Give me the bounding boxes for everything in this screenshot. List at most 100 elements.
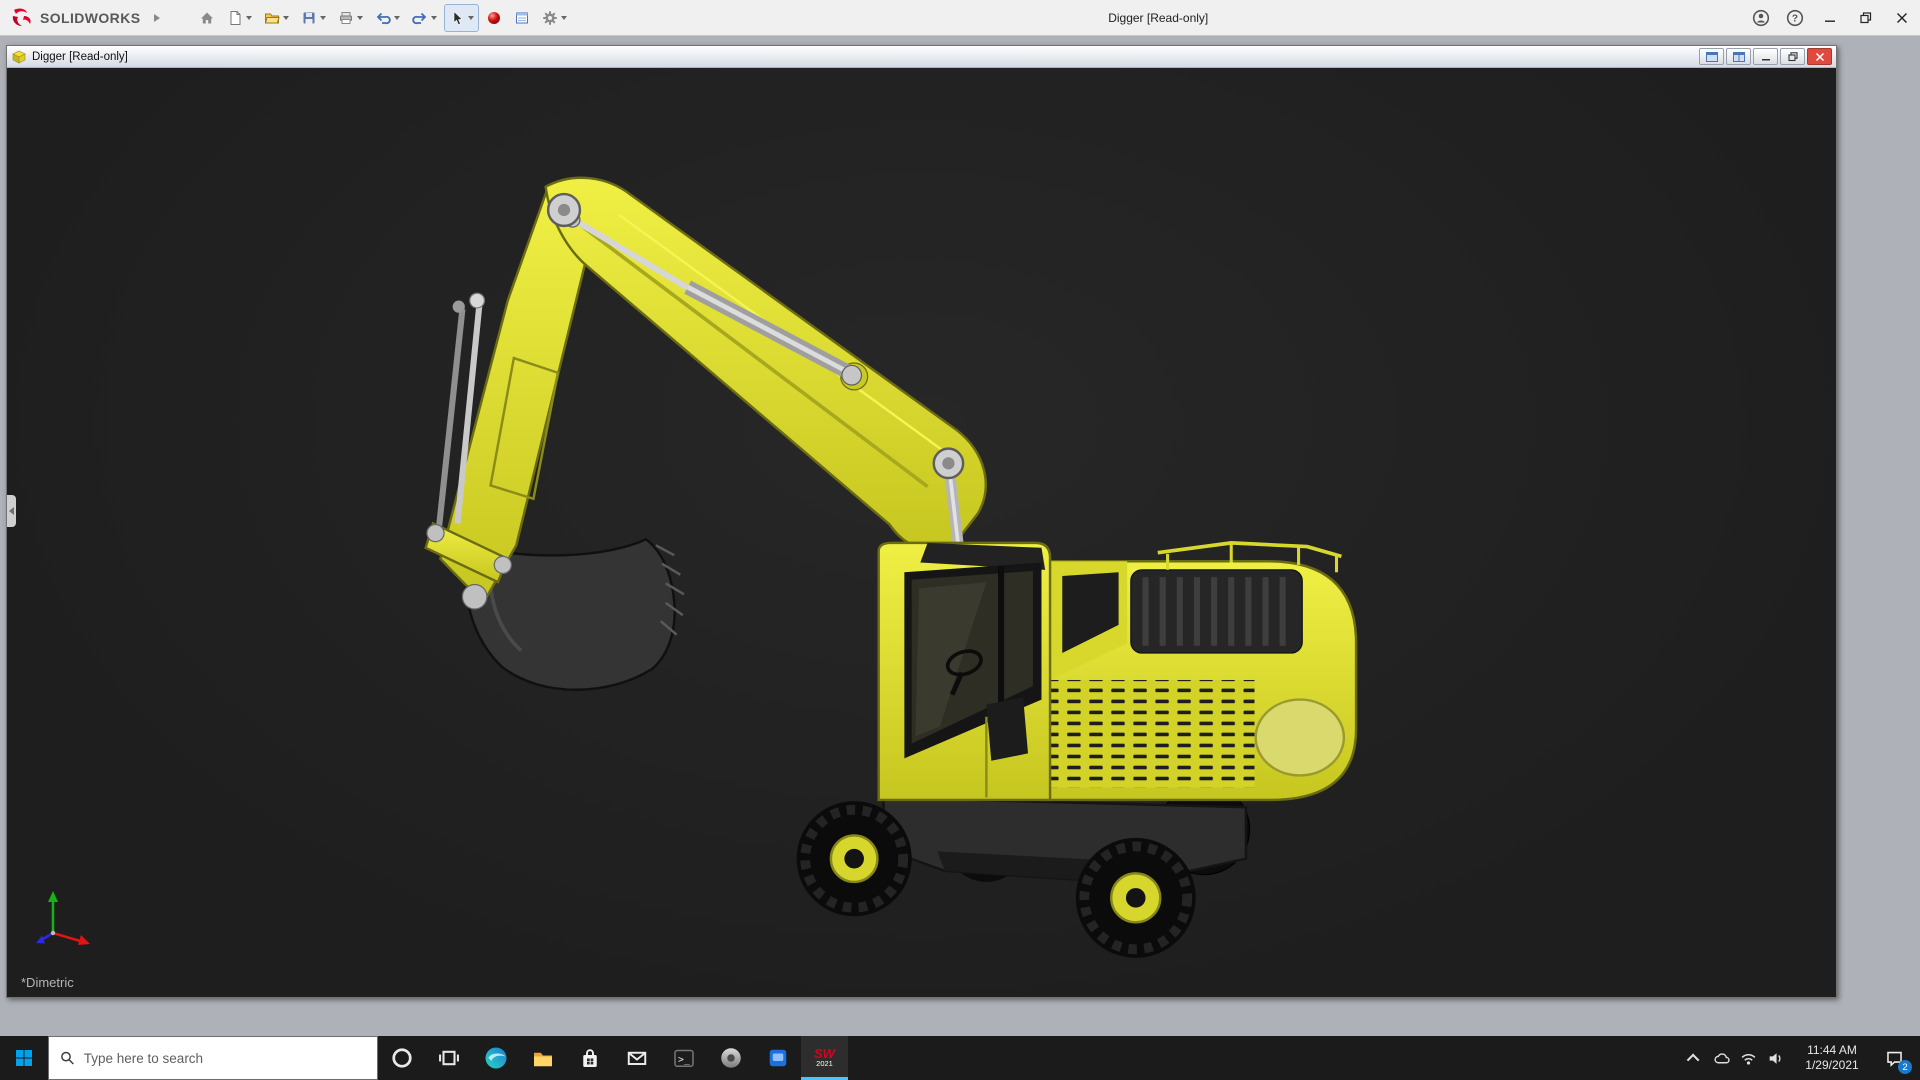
home-button[interactable]: [194, 4, 220, 32]
taskbar-clock[interactable]: 11:44 AM 1/29/2021: [1789, 1043, 1875, 1073]
home-icon: [201, 12, 214, 23]
print-icon: [340, 11, 353, 24]
app-titlebar: SOLIDWORKS Digger [Read-only] ?: [0, 0, 1920, 36]
document-minimize-button[interactable]: [1753, 48, 1778, 65]
save-button[interactable]: [296, 4, 331, 32]
document-window-controls: [1699, 48, 1832, 65]
windows-taskbar: >_ SW 2021: [0, 1036, 1920, 1080]
hidden-icons-button[interactable]: [1681, 1036, 1708, 1080]
select-tool-dropdown[interactable]: [468, 15, 475, 20]
store-icon: [582, 1049, 597, 1067]
blue-app-icon: [769, 1049, 786, 1067]
window-pane-icon: [1705, 51, 1718, 62]
undo-icon: [377, 12, 392, 24]
options-dropdown[interactable]: [561, 15, 568, 20]
system-tray: 11:44 AM 1/29/2021 2: [1681, 1036, 1920, 1080]
window-option-button-1[interactable]: [1699, 48, 1724, 65]
graphics-viewport[interactable]: *Dimetric: [7, 68, 1836, 997]
svg-text:>_: >_: [678, 1055, 690, 1066]
cortana-button[interactable]: [378, 1036, 425, 1080]
document-close-button[interactable]: [1807, 48, 1832, 65]
redo-button[interactable]: [407, 4, 442, 32]
document-properties-icon: [516, 12, 529, 23]
solidworks-logo[interactable]: SOLIDWORKS: [0, 7, 161, 29]
search-input[interactable]: [83, 1050, 366, 1066]
app-button-gray[interactable]: [707, 1036, 754, 1080]
cloud-icon: [1714, 1052, 1730, 1063]
open-icon: [265, 13, 281, 23]
undo-button[interactable]: [370, 4, 405, 32]
open-button[interactable]: [259, 4, 294, 32]
document-window: Digger [Read-only] *Dimetric: [6, 45, 1837, 998]
orientation-triad[interactable]: [33, 887, 97, 947]
windows-logo-icon: [16, 1050, 32, 1066]
account-button[interactable]: [1744, 0, 1778, 35]
appearance-button[interactable]: [481, 4, 507, 32]
document-restore-button[interactable]: [1780, 48, 1805, 65]
help-icon: ?: [1786, 9, 1804, 26]
app-window-controls: ?: [1744, 0, 1920, 35]
save-dropdown[interactable]: [320, 15, 327, 20]
options-button[interactable]: [537, 4, 572, 32]
gear-icon: [543, 10, 558, 25]
help-button[interactable]: ?: [1778, 0, 1812, 35]
store-button[interactable]: [566, 1036, 613, 1080]
start-button[interactable]: [0, 1036, 48, 1080]
minimize-icon: [1825, 20, 1835, 22]
select-tool-button[interactable]: [444, 3, 480, 32]
chevron-up-icon: [1686, 1053, 1700, 1066]
print-dropdown[interactable]: [357, 15, 364, 20]
print-button[interactable]: [333, 4, 368, 32]
mdi-area: Digger [Read-only] *Dimetric: [0, 36, 1920, 1036]
solidworks-logo-icon: [12, 8, 31, 26]
minimize-button[interactable]: [1812, 0, 1848, 35]
toolbar-expand-arrow[interactable]: [154, 13, 161, 22]
restore-button[interactable]: [1848, 0, 1884, 35]
solidworks-taskbar-button[interactable]: SW 2021: [801, 1036, 848, 1080]
document-titlebar[interactable]: Digger [Read-only]: [7, 46, 1836, 68]
solidworks-app-window: SOLIDWORKS Digger [Read-only] ? Digger […: [0, 0, 1920, 1080]
document-properties-button[interactable]: [509, 4, 535, 32]
view-orientation-label: *Dimetric: [21, 975, 74, 990]
action-center-button[interactable]: 2: [1875, 1036, 1913, 1080]
brand-text: SOLIDWORKS: [40, 9, 141, 26]
edge-button[interactable]: [472, 1036, 519, 1080]
mail-button[interactable]: [613, 1036, 660, 1080]
file-explorer-icon: [533, 1052, 552, 1067]
terminal-button[interactable]: >_: [660, 1036, 707, 1080]
close-button[interactable]: [1884, 0, 1920, 35]
new-document-dropdown[interactable]: [246, 15, 253, 20]
network-tray-button[interactable]: [1735, 1036, 1762, 1080]
task-view-button[interactable]: [425, 1036, 472, 1080]
new-document-icon: [230, 10, 241, 25]
terminal-icon: >_: [673, 1049, 694, 1067]
speaker-icon: [1769, 1052, 1781, 1064]
redo-dropdown[interactable]: [431, 15, 438, 20]
digger-model[interactable]: [7, 68, 1836, 997]
close-icon: [1897, 12, 1907, 23]
svg-text:?: ?: [1792, 13, 1798, 24]
open-dropdown[interactable]: [283, 15, 290, 20]
new-document-button[interactable]: [222, 4, 257, 32]
part-document-icon: [12, 50, 26, 63]
taskbar-search[interactable]: [48, 1036, 378, 1080]
select-cursor-icon: [454, 10, 464, 25]
quick-access-toolbar: [194, 3, 572, 32]
mail-icon: [627, 1051, 646, 1065]
file-explorer-button[interactable]: [519, 1036, 566, 1080]
app-button-blue[interactable]: [754, 1036, 801, 1080]
appearance-sphere-icon: [488, 11, 501, 24]
task-view-icon: [438, 1050, 459, 1066]
window-option-button-2[interactable]: [1726, 48, 1751, 65]
document-close-icon: [1815, 52, 1824, 61]
undo-dropdown[interactable]: [394, 15, 401, 20]
pane-collapse-handle[interactable]: [7, 495, 16, 528]
onedrive-tray-button[interactable]: [1708, 1036, 1735, 1080]
volume-tray-button[interactable]: [1762, 1036, 1789, 1080]
search-icon: [61, 1051, 74, 1065]
account-icon: [1752, 9, 1770, 26]
restore-icon: [1860, 11, 1872, 23]
app-title: Digger [Read-only]: [1108, 10, 1209, 25]
clock-time: 11:44 AM: [1807, 1043, 1857, 1057]
solidworks-app-year: 2021: [816, 1059, 833, 1068]
